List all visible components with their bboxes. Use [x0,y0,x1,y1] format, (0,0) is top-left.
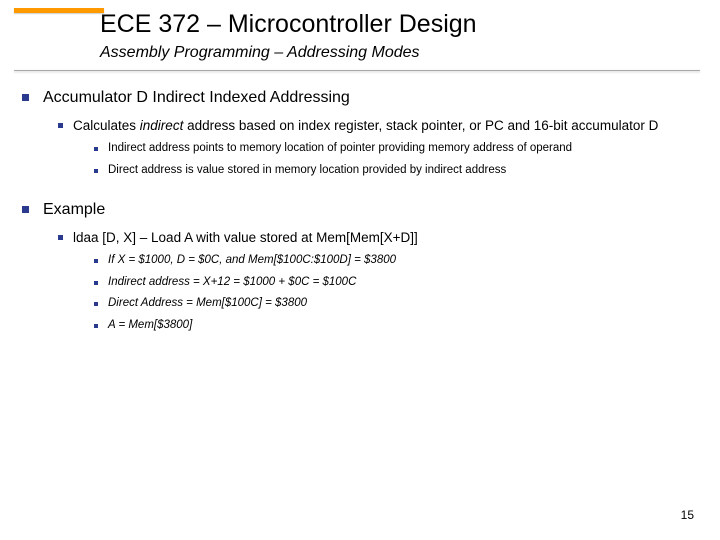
page-number: 15 [681,508,694,522]
text-run: address based on index register, stack p… [183,118,658,133]
slide-content: Accumulator D Indirect Indexed Addressin… [22,88,690,333]
subsubpoint-text: Indirect address points to memory locati… [108,141,572,157]
title-divider [14,70,700,71]
bullet-icon [94,169,98,173]
bullet-icon [94,281,98,285]
subsubpoint-text: A = Mem[$3800] [108,318,192,334]
subsubpoint-text: If X = $1000, D = $0C, and Mem[$100C:$10… [108,253,396,269]
subsubpoint: Direct Address = Mem[$100C] = $3800 [94,296,690,312]
subsubpoint: Indirect address = X+12 = $1000 + $0C = … [94,275,690,291]
subsubpoint-text: Direct address is value stored in memory… [108,163,506,179]
heading-text: Example [43,200,105,221]
text-run-italic: indirect [140,118,184,133]
heading-text: Accumulator D Indirect Indexed Addressin… [43,88,350,109]
slide-title: ECE 372 – Microcontroller Design [100,10,477,39]
section-heading: Example [22,200,690,221]
slide-subtitle: Assembly Programming – Addressing Modes [100,44,420,62]
bullet-icon [22,94,29,101]
bullet-icon [22,206,29,213]
bullet-icon [94,302,98,306]
bullet-icon [58,123,63,128]
header-accent-bar [14,8,104,13]
subpoint-text: Calculates indirect address based on ind… [73,117,658,135]
section-heading: Accumulator D Indirect Indexed Addressin… [22,88,690,109]
text-run: Calculates [73,118,140,133]
subsubpoint: Indirect address points to memory locati… [94,141,690,157]
bullet-icon [94,259,98,263]
subsubpoint: Direct address is value stored in memory… [94,163,690,179]
subpoint-text: ldaa [D, X] – Load A with value stored a… [73,229,418,247]
bullet-icon [94,147,98,151]
subsubpoint: If X = $1000, D = $0C, and Mem[$100C:$10… [94,253,690,269]
subsubpoint-text: Indirect address = X+12 = $1000 + $0C = … [108,275,356,291]
bullet-icon [58,235,63,240]
bullet-icon [94,324,98,328]
subsubpoint: A = Mem[$3800] [94,318,690,334]
subpoint: ldaa [D, X] – Load A with value stored a… [58,229,690,247]
subpoint: Calculates indirect address based on ind… [58,117,690,135]
subsubpoint-text: Direct Address = Mem[$100C] = $3800 [108,296,307,312]
